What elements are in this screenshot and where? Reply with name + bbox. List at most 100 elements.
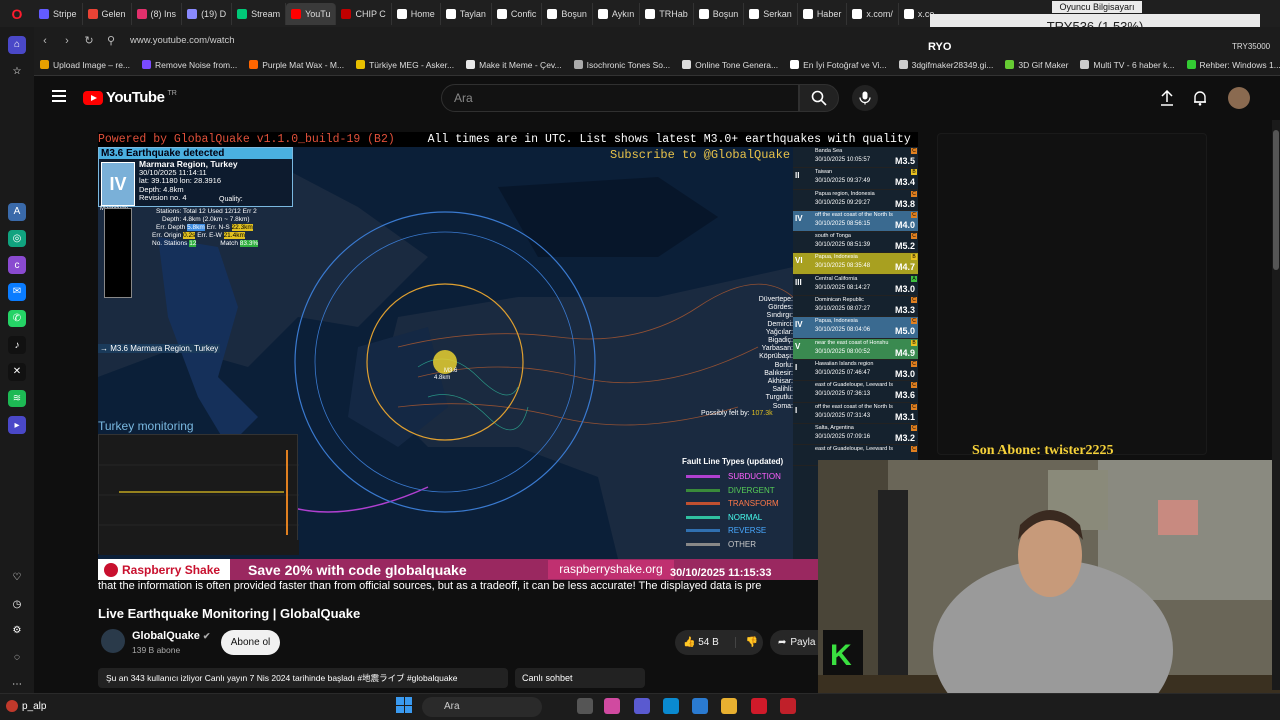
site-info-icon[interactable]: ⚲ (100, 34, 122, 47)
copilot-icon[interactable] (604, 698, 620, 714)
search-button[interactable] (799, 84, 839, 112)
x-icon[interactable]: ✕ (8, 363, 26, 381)
teams-icon[interactable] (634, 698, 650, 714)
file-explorer-icon[interactable] (721, 698, 737, 714)
quake-quality-badge: C (911, 148, 917, 154)
bookmark-item[interactable]: Türkiye MEG - Asker... (350, 60, 460, 70)
quake-magnitude: M3.8 (894, 198, 915, 209)
place-item: Turgutlu: (765, 394, 793, 402)
aria-icon[interactable]: A (8, 203, 26, 221)
browser-tab[interactable]: x.com/ (847, 2, 899, 25)
browser-tab[interactable]: TRHab (640, 2, 694, 25)
tiktok-icon[interactable]: ♪ (8, 336, 26, 355)
browser-tab[interactable]: Home (392, 2, 441, 25)
bookmark-item[interactable]: Upload Image – re... (34, 60, 136, 70)
avatar[interactable] (1228, 87, 1250, 109)
bookmark-item[interactable]: 3dgifmaker28349.gi... (893, 60, 1000, 70)
bookmark-item[interactable]: Purple Mat Wax - M... (243, 60, 350, 70)
subscribe-button[interactable]: Abone ol (221, 630, 280, 655)
whatsapp-icon[interactable]: ✆ (8, 309, 26, 328)
video-player[interactable]: M3.6 4.8km Powered by GlobalQuake v1.1.0… (98, 132, 918, 580)
messenger-icon[interactable]: ✉ (8, 283, 26, 301)
quake-region: Central California (815, 275, 858, 282)
channel-name[interactable]: GlobalQuake ✔ (132, 630, 210, 642)
opera-taskbar-icon[interactable] (751, 698, 767, 714)
windows-start-icon[interactable] (396, 697, 412, 713)
heart-icon[interactable]: ♡ (8, 569, 26, 587)
upload-icon[interactable] (1158, 89, 1176, 107)
browser-tab[interactable]: Haber (798, 2, 848, 25)
player-icon[interactable]: ▸ (8, 416, 26, 435)
chatgpt-icon[interactable]: ◎ (8, 229, 26, 248)
browser-tab[interactable]: Aykın (593, 2, 641, 25)
browser-tab[interactable]: Boşun (694, 2, 745, 25)
home-icon[interactable]: ⌂ (8, 36, 26, 54)
bookmark-item[interactable]: En İyi Fotoğraf ve Vi... (784, 60, 892, 70)
taskbar-search[interactable]: Ara (422, 697, 542, 717)
browser-tab[interactable]: x.com/ (899, 3, 934, 25)
taskbar-user[interactable]: p_alp (6, 700, 46, 712)
forward-icon[interactable]: › (56, 35, 78, 47)
quake-datetime: 30/10/2025 10:05:57 (815, 157, 871, 163)
cs-app-icon[interactable]: c (8, 256, 26, 275)
edge-icon[interactable] (663, 698, 679, 714)
url-field[interactable]: www.youtube.com/watch (130, 35, 235, 46)
menu-icon[interactable] (52, 90, 66, 102)
search-input[interactable]: Ara (441, 84, 799, 112)
history-icon[interactable]: ◷ (8, 595, 26, 613)
fault-swatch (686, 515, 720, 519)
settings-icon[interactable]: ⚙ (8, 622, 26, 640)
bookmark-item[interactable]: Remove Noise from... (136, 60, 243, 70)
channel-avatar[interactable] (101, 629, 125, 653)
task-view-icon[interactable] (577, 698, 593, 714)
browser-tab[interactable]: Gelen (83, 2, 132, 25)
back-icon[interactable]: ‹ (34, 35, 56, 47)
reload-icon[interactable]: ↻ (78, 34, 100, 47)
bookmark-item[interactable]: Multi TV - 6 haber k... (1074, 60, 1180, 70)
browser-tab[interactable]: (8) Ins (132, 2, 183, 25)
youtube-logo[interactable]: YouTube TR (83, 89, 177, 106)
tips-icon[interactable]: ◌ (8, 649, 26, 667)
browser-tab[interactable]: Stream (232, 2, 287, 25)
store-icon[interactable] (692, 698, 708, 714)
browser-tab[interactable]: Confic (492, 2, 543, 25)
quake-magnitude: M3.4 (894, 177, 915, 188)
browser-tab[interactable]: Taylan (441, 2, 492, 25)
bookmark-favicon-icon (466, 60, 476, 69)
browser-tab[interactable]: Boşun (542, 2, 593, 25)
dislike-button[interactable]: 👎 (734, 637, 758, 648)
youtube-play-icon (83, 90, 103, 105)
scrollbar-thumb[interactable] (1273, 130, 1279, 270)
bookmark-favicon-icon (790, 60, 800, 69)
quake-datetime: 30/10/2025 07:31:43 (815, 412, 871, 419)
bookmark-item[interactable]: Rehber: Windows 1... (1181, 60, 1280, 70)
webcam-feed: K (818, 460, 1280, 705)
live-chat-header[interactable]: Canlı sohbet (515, 668, 645, 688)
app-taskbar-icon[interactable] (780, 698, 796, 714)
video-top-banner: Powered by GlobalQuake v1.1.0_build-19 (… (98, 132, 918, 161)
browser-tab[interactable]: Serkan (744, 2, 798, 25)
bookmark-item[interactable]: Make it Meme - Çev... (460, 60, 568, 70)
spotify-icon[interactable]: ≋ (8, 389, 26, 408)
browser-tab[interactable]: YouTu (286, 2, 337, 25)
live-chat-panel (937, 133, 1207, 455)
bookmark-star-icon[interactable]: ☆ (8, 63, 26, 81)
bookmark-item[interactable]: Isochronic Tones So... (568, 60, 676, 70)
description-box[interactable]: Şu an 343 kullanıcı izliyor Canlı yayın … (98, 668, 508, 688)
browser-tab[interactable]: CHIP C (336, 2, 392, 25)
quake-datetime: 30/10/2025 08:14:27 (815, 284, 871, 291)
quake-region: off the east coast of the North Is (815, 211, 893, 218)
subscribe-overlay: Subscribe to @GlobalQuake! (610, 148, 798, 162)
browser-tab[interactable]: (19) D (182, 2, 233, 25)
opera-logo-icon[interactable]: O (0, 0, 34, 27)
browser-tab[interactable]: Stripe (34, 2, 83, 25)
quake-magnitude: M3.3 (894, 305, 915, 316)
quake-magnitude: M3.0 (894, 368, 915, 379)
voice-search-button[interactable] (852, 85, 878, 111)
more-icon[interactable]: ⋯ (8, 675, 26, 693)
notifications-bell-icon[interactable] (1191, 89, 1209, 107)
bookmark-item[interactable]: 3D Gif Maker (999, 60, 1074, 70)
bookmark-item[interactable]: Online Tone Genera... (676, 60, 784, 70)
quake-intensity: VI (795, 256, 803, 266)
like-button[interactable]: 👍 54 B (683, 637, 719, 648)
